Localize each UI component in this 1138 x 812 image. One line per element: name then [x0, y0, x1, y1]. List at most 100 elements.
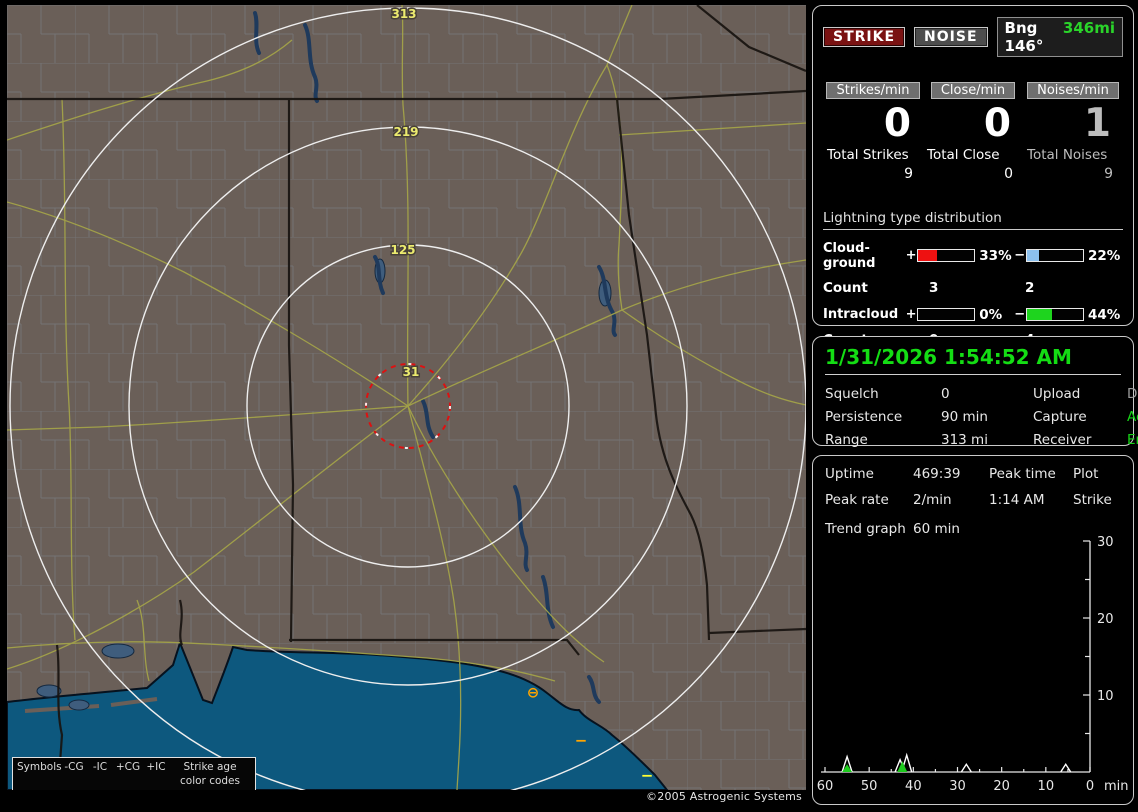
circle-plus-icon: ⊕	[109, 788, 138, 790]
capture-status: Active	[1127, 409, 1138, 425]
legend-recent-row: Recent ⊖ − ⊕ + 15+ 30+ 45+	[17, 788, 251, 790]
distribution-title: Lightning type distribution	[823, 210, 1123, 230]
strikes-counter-column: Strikes/min 0 Total Strikes 9	[823, 82, 923, 182]
svg-text:20: 20	[993, 779, 1010, 794]
circle-minus-icon: ⊖	[59, 788, 84, 790]
capture-label: Capture	[1033, 409, 1087, 425]
persistence-label: Persistence	[825, 409, 903, 425]
legend-symbols-header: Symbols	[17, 761, 62, 773]
ic-minus-bar	[1025, 308, 1084, 322]
noises-per-min-value: 1	[1083, 101, 1111, 146]
cg-plus-percent: 33%	[979, 247, 1012, 264]
legend-neg-cg-header: -CG	[64, 761, 84, 773]
svg-text:30: 30	[1097, 535, 1114, 550]
distance-value: 346mi	[1062, 19, 1115, 37]
plus-sign: +	[905, 248, 917, 264]
svg-text:50: 50	[861, 779, 878, 794]
cg-plus-bar	[917, 249, 976, 263]
peak-rate-label: Peak rate	[825, 492, 889, 508]
age-code-15: 15+	[162, 788, 192, 790]
noise-button[interactable]: NOISE	[914, 27, 988, 47]
total-noises-label: Total Noises	[1027, 146, 1108, 163]
noises-per-min-label: Noises/min	[1027, 82, 1119, 99]
minus-sign: −	[1014, 307, 1026, 323]
copyright: ©2005 Astrogenic Systems	[646, 790, 802, 803]
age-code-30: 30+	[192, 788, 222, 790]
squelch-value: 0	[941, 386, 950, 402]
ic-plus-percent: 0%	[979, 306, 1003, 323]
cloud-ground-label: Cloud-ground	[823, 240, 876, 271]
bearing-display: Bng 146° 346mi	[996, 17, 1123, 57]
status-panel: 1/31/2026 1:54:52 AM Squelch 0 Upload Di…	[812, 336, 1138, 448]
bearing-value: Bng 146°	[1004, 19, 1044, 55]
plus-icon: +	[137, 788, 162, 790]
total-strikes-value: 9	[904, 165, 913, 182]
svg-text:0: 0	[1086, 779, 1094, 794]
receiver-label: Receiver	[1033, 432, 1092, 448]
age-code-45: 45+	[221, 788, 251, 790]
plot-header: Plot	[1073, 466, 1099, 482]
trend-graph: 10 20 30 0 10 20 30 40 50 60 min	[817, 535, 1129, 794]
trend-peak	[960, 763, 972, 773]
intracloud-label: Intracloud	[823, 307, 899, 323]
svg-text:40: 40	[905, 779, 922, 794]
noises-counter-column: Noises/min 1 Total Noises 9	[1023, 82, 1123, 182]
legend-pos-cg-header: +CG	[115, 761, 141, 773]
cg-minus-count: 2	[1025, 279, 1035, 296]
ring-label-31: 31	[403, 365, 420, 379]
legend-recent-label: Recent	[17, 788, 59, 790]
counters-panel: STRIKE NOISE Bng 146° 346mi Strikes/min …	[812, 5, 1134, 348]
trend-peak	[1060, 763, 1072, 773]
strike-button[interactable]: STRIKE	[823, 27, 906, 47]
range-value: 313 mi	[941, 432, 988, 448]
minus-sign: −	[1014, 248, 1026, 264]
lightning-map[interactable]: 313 219 125 31 ⊖ − − Symbols -CG -IC +CG +…	[7, 5, 806, 790]
peak-rate-value: 2/min	[913, 492, 952, 508]
uptime-label: Uptime	[825, 466, 874, 482]
total-close-value: 0	[1004, 165, 1013, 182]
ic-minus-percent: 44%	[1087, 306, 1121, 323]
ring-label-219: 219	[393, 125, 418, 139]
svg-text:60: 60	[817, 779, 834, 794]
total-close-label: Total Close	[927, 146, 1000, 163]
intracloud-row: Intracloud + 0% − 44%	[823, 307, 1123, 323]
persistence-value: 90 min	[941, 409, 988, 425]
trend-panel: Uptime 469:39 Peak time Plot Peak rate 2…	[812, 455, 1134, 805]
map-legend: Symbols -CG -IC +CG +IC Strike age color…	[12, 757, 256, 790]
upload-status: Disabled	[1127, 386, 1138, 402]
strikes-per-min-value: 0	[883, 101, 911, 146]
ring-label-125: 125	[390, 243, 415, 257]
svg-text:10: 10	[1038, 779, 1055, 794]
close-counter-column: Close/min 0 Total Close 0	[923, 82, 1023, 182]
minus-icon: −	[84, 788, 109, 790]
svg-text:10: 10	[1097, 689, 1114, 704]
plus-sign: +	[905, 307, 917, 323]
map-svg: 313 219 125 31	[7, 5, 806, 790]
upload-label: Upload	[1033, 386, 1081, 402]
cg-plus-count: 3	[929, 279, 939, 296]
range-label: Range	[825, 432, 868, 448]
close-per-min-label: Close/min	[930, 82, 1016, 99]
legend-age-title: Strike age color codes	[180, 761, 240, 787]
svg-text:20: 20	[1097, 612, 1114, 627]
cloud-ground-count-row: Count 3 2	[823, 280, 1123, 296]
datetime-display: 1/31/2026 1:54:52 AM	[825, 345, 1121, 375]
squelch-label: Squelch	[825, 386, 879, 402]
count-label: Count	[823, 279, 868, 296]
svg-text:min: min	[1104, 779, 1129, 794]
legend-header-row: Symbols -CG -IC +CG +IC Strike age color…	[17, 760, 251, 788]
close-per-min-value: 0	[983, 101, 1011, 146]
ring-label-313: 313	[391, 7, 416, 21]
legend-pos-ic-header: +IC	[146, 761, 166, 773]
strikes-per-min-label: Strikes/min	[826, 82, 920, 99]
plot-value: Strike	[1073, 492, 1112, 508]
total-noises-value: 9	[1104, 165, 1113, 182]
total-strikes-label: Total Strikes	[827, 146, 909, 163]
uptime-value: 469:39	[913, 466, 961, 482]
legend-neg-ic-header: -IC	[92, 761, 108, 773]
receiver-status: Enabled	[1127, 432, 1138, 448]
peak-time-header: Peak time	[989, 466, 1056, 482]
peak-time-value: 1:14 AM	[989, 492, 1045, 508]
svg-text:30: 30	[949, 779, 966, 794]
cg-minus-bar	[1025, 249, 1084, 263]
